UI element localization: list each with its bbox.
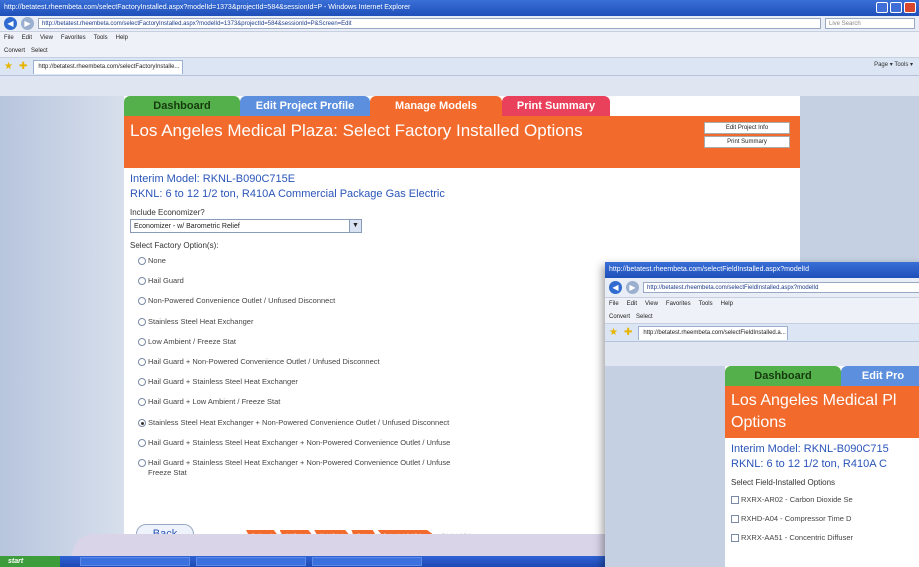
select-button[interactable]: Select (636, 314, 653, 320)
close-button[interactable] (904, 2, 916, 13)
interim-model: Interim Model: RKNL-B090C715E (130, 173, 296, 185)
page-header: Los Angeles Medical Plaza: Select Factor… (124, 116, 800, 168)
taskbar-item[interactable] (196, 557, 306, 566)
menu-view[interactable]: View (40, 32, 53, 44)
menu-help[interactable]: Help (116, 32, 128, 44)
page-content: Dashboard Edit Pro Los Angeles Medical P… (605, 366, 919, 567)
page-background-left (0, 96, 124, 556)
back-arrow-icon[interactable]: ◀ (4, 17, 17, 30)
menu-bar: File Edit View Favorites Tools Help (0, 32, 919, 44)
field-option-item[interactable]: RXHD-A04 - Compressor Time D (731, 514, 919, 533)
tab-edit-project-profile[interactable]: Edit Project Profile (240, 96, 370, 116)
factory-options-label: Select Factory Option(s): (130, 241, 219, 250)
menu-edit[interactable]: Edit (22, 32, 32, 44)
radio-button[interactable] (138, 277, 146, 286)
print-summary-button[interactable]: Print Summary (704, 136, 790, 148)
page-title: Los Angeles Medical Pl Options (731, 392, 897, 431)
window-title-bar: http://betatest.rheembeta.com/selectFiel… (605, 262, 919, 278)
maximize-button[interactable] (890, 2, 902, 13)
radio-button[interactable] (138, 378, 146, 387)
url-input[interactable]: http://betatest.rheembeta.com/selectFiel… (643, 282, 919, 293)
page-main: Dashboard Edit Pro Los Angeles Medical P… (725, 366, 919, 567)
radio-button[interactable] (138, 458, 146, 467)
tab-dashboard[interactable]: Dashboard (725, 366, 841, 386)
radio-button-selected[interactable] (138, 418, 146, 427)
chevron-down-icon[interactable]: ▼ (349, 220, 361, 232)
interim-model: Interim Model: RKNL-B090C715 (731, 443, 889, 455)
tab-manage-models[interactable]: Manage Models (370, 96, 502, 116)
toolbar: Convert Select (605, 310, 919, 324)
browser-window-second: http://betatest.rheembeta.com/selectFiel… (605, 262, 919, 567)
favorites-star-icon[interactable]: ★ (609, 327, 618, 338)
search-input[interactable]: Live Search (825, 18, 915, 29)
browser-tab[interactable]: http://betatest.rheembeta.com/selectFact… (33, 59, 184, 74)
menu-bar: File Edit View Favorites Tools Help (605, 298, 919, 310)
address-bar: ◀ ▶ http://betatest.rheembeta.com/select… (0, 16, 919, 32)
start-button[interactable]: start (0, 556, 60, 567)
window-title: http://betatest.rheembeta.com/selectFiel… (609, 266, 809, 273)
checkbox[interactable] (731, 534, 739, 542)
back-arrow-icon[interactable]: ◀ (609, 281, 622, 294)
menu-help[interactable]: Help (721, 298, 733, 310)
forward-arrow-icon[interactable]: ▶ (626, 281, 639, 294)
page-title: Los Angeles Medical Plaza: Select Factor… (130, 121, 583, 140)
window-title-bar: http://betatest.rheembeta.com/selectFact… (0, 0, 919, 16)
menu-tools[interactable]: Tools (699, 298, 713, 310)
field-options-label: Select Field-Installed Options (731, 478, 836, 487)
convert-button[interactable]: Convert (609, 314, 630, 320)
taskbar-item[interactable] (80, 557, 190, 566)
menu-tools[interactable]: Tools (94, 32, 108, 44)
checkbox[interactable] (731, 515, 739, 523)
address-bar: ◀ ▶ http://betatest.rheembeta.com/select… (605, 278, 919, 298)
tab-edit-project-profile[interactable]: Edit Pro (841, 366, 919, 386)
tab-print-summary[interactable]: Print Summary (502, 96, 610, 116)
add-favorites-icon[interactable]: ✚ (19, 61, 27, 72)
model-info: Interim Model: RKNL-B090C715E RKNL: 6 to… (124, 168, 800, 202)
radio-button[interactable] (138, 357, 146, 366)
taskbar-item[interactable] (312, 557, 422, 566)
radio-button[interactable] (138, 438, 146, 447)
radio-button[interactable] (138, 317, 146, 326)
model-description: RKNL: 6 to 12 1/2 ton, R410A Commercial … (130, 188, 445, 200)
tab-row: ★ ✚ http://betatest.rheembeta.com/select… (0, 58, 919, 76)
page-tools[interactable]: Page ▾ Tools ▾ (874, 61, 913, 68)
checkbox[interactable] (731, 496, 739, 504)
minimize-button[interactable] (876, 2, 888, 13)
field-option-item[interactable]: RXRX-AA51 - Concentric Diffuser (731, 533, 919, 552)
menu-file[interactable]: File (4, 32, 14, 44)
radio-button[interactable] (138, 337, 146, 346)
site-nav: Dashboard Edit Pro (725, 366, 919, 386)
window-title: http://betatest.rheembeta.com/selectFact… (4, 4, 411, 11)
economizer-label: Include Economizer? (130, 208, 205, 217)
model-info: Interim Model: RKNL-B090C715 RKNL: 6 to … (725, 438, 919, 472)
forward-arrow-icon[interactable]: ▶ (21, 17, 34, 30)
field-option-item[interactable]: RXRX-AR02 - Carbon Dioxide Se (731, 495, 919, 514)
menu-favorites[interactable]: Favorites (61, 32, 86, 44)
radio-button[interactable] (138, 297, 146, 306)
radio-button[interactable] (138, 257, 146, 265)
url-input[interactable]: http://betatest.rheembeta.com/selectFact… (38, 18, 821, 29)
economizer-value: Economizer - w/ Barometric Relief (134, 223, 240, 230)
tab-row: ★ ✚ http://betatest.rheembeta.com/select… (605, 324, 919, 342)
menu-edit[interactable]: Edit (627, 298, 637, 310)
toolbar: Convert Select (0, 44, 919, 58)
add-favorites-icon[interactable]: ✚ (624, 327, 632, 338)
menu-file[interactable]: File (609, 298, 619, 310)
edit-project-info-button[interactable]: Edit Project Info (704, 122, 790, 134)
menu-favorites[interactable]: Favorites (666, 298, 691, 310)
model-description: RKNL: 6 to 12 1/2 ton, R410A C (731, 458, 887, 470)
menu-view[interactable]: View (645, 298, 658, 310)
page-header: Los Angeles Medical Pl Options (725, 386, 919, 438)
select-button[interactable]: Select (31, 48, 48, 54)
convert-button[interactable]: Convert (4, 48, 25, 54)
economizer-select[interactable]: Economizer - w/ Barometric Relief ▼ (130, 219, 362, 233)
field-options-list: RXRX-AR02 - Carbon Dioxide Se RXHD-A04 -… (725, 489, 919, 552)
tab-dashboard[interactable]: Dashboard (124, 96, 240, 116)
favorites-star-icon[interactable]: ★ (4, 61, 13, 72)
site-nav: Dashboard Edit Project Profile Manage Mo… (124, 96, 800, 116)
radio-button[interactable] (138, 398, 146, 407)
browser-tab[interactable]: http://betatest.rheembeta.com/selectFiel… (638, 325, 789, 340)
